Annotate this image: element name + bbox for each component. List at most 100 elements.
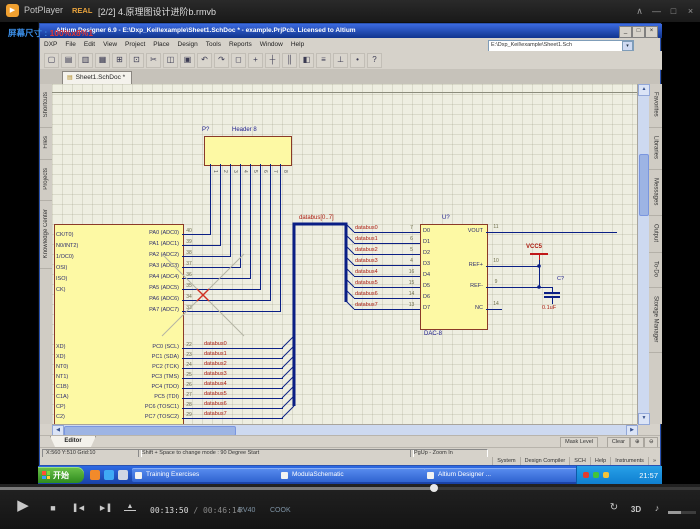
altium-maximize-icon[interactable]: □ [632, 26, 645, 38]
toolbar-icon[interactable]: ? [367, 53, 382, 68]
toolbar-icon[interactable]: + [248, 53, 263, 68]
left-panel-tab[interactable]: Knowledge Center [40, 201, 52, 269]
next-button[interactable]: ▶▐ [96, 504, 114, 512]
menu-item[interactable]: Tools [202, 41, 225, 48]
toolbar-icon[interactable]: ▣ [180, 53, 195, 68]
right-panel-tab[interactable]: Messages [649, 170, 662, 216]
toolbar-icon[interactable]: ▦ [95, 53, 110, 68]
toolbar-icon[interactable]: ≡ [316, 53, 331, 68]
panel-button[interactable]: » [648, 457, 660, 465]
altium-toolbar: ▢▤▥▦⊞⊡✂◫▣↶↷◻+┼║◧≡⊥•? [40, 51, 662, 70]
rotate-360-icon[interactable]: ↻ [606, 502, 622, 513]
scroll-up-icon[interactable]: ▲ [638, 84, 650, 96]
tray-icon[interactable] [583, 472, 589, 478]
player-controls: ▶ ■ ▌◀ ▶▐ ▲ 00:13:50 / 00:46:14 RV40 COO… [0, 484, 700, 529]
document-tabbar: ▤Sheet1.SchDoc * [40, 69, 660, 85]
panel-button[interactable]: Instruments [610, 457, 648, 465]
toolbar-icon[interactable]: ⊞ [112, 53, 127, 68]
quicklaunch-icon[interactable] [118, 470, 128, 480]
menu-item[interactable]: Edit [80, 41, 99, 48]
start-button[interactable]: 开始 [38, 467, 84, 483]
toolbar-icon[interactable]: ✂ [146, 53, 161, 68]
toolbar-icon[interactable]: • [350, 53, 365, 68]
pin-on-top-icon[interactable]: ∧ [632, 4, 647, 18]
chevron-down-icon[interactable]: ▾ [622, 41, 633, 51]
previous-button[interactable]: ▌◀ [70, 504, 88, 512]
toolbar-icon[interactable]: ⊡ [129, 53, 144, 68]
osd-screen-size: 屏幕尺寸 : 100%x8%1 [8, 27, 93, 39]
toolbar-icon[interactable]: ↷ [214, 53, 229, 68]
tab-sheet1[interactable]: ▤Sheet1.SchDoc * [62, 71, 132, 85]
task-buttons: Training Exercises ModulaSchematic Altiu… [132, 466, 572, 484]
document-path-combo[interactable]: E:\Dxp_Keil\example\Sheet1.Sch [488, 40, 634, 52]
stop-button[interactable]: ■ [46, 503, 60, 513]
windows-flag-icon [42, 471, 50, 479]
left-panel-tab[interactable]: Shortcuts [40, 84, 52, 128]
seekbar-knob[interactable] [430, 484, 438, 492]
time-total: 00:46:14 [203, 506, 242, 515]
bus-line [294, 224, 346, 406]
right-panel-tab[interactable]: Output [649, 216, 662, 253]
toolbar-icon[interactable]: ▤ [61, 53, 76, 68]
task-button[interactable]: Training Exercises [132, 468, 286, 482]
toolbar-icon[interactable]: ▢ [44, 53, 59, 68]
vertical-scrollbar[interactable]: ▲ ▼ [637, 84, 649, 424]
left-panel-tab[interactable]: Projects [40, 160, 52, 201]
bus-and-cursor-overlay [52, 84, 637, 424]
toolbar-icon[interactable]: ↶ [197, 53, 212, 68]
osd-value: 100%x8%1 [50, 28, 93, 38]
panel-button[interactable]: SCH [569, 457, 590, 465]
altium-minimize-icon[interactable]: _ [619, 26, 632, 38]
schematic-canvas[interactable]: P? Header 8 U? DAC-8 PA0 (ADC0) 40 1 [52, 84, 637, 424]
task-button[interactable]: ModulaSchematic [278, 468, 432, 482]
toolbar-icon[interactable]: ║ [282, 53, 297, 68]
system-tray: 21:57 [576, 466, 662, 484]
menu-item[interactable]: Project [121, 41, 149, 48]
video-frame[interactable]: Altium Designer 6.9 - E:\Dxp_Keil\exampl… [38, 22, 662, 484]
scrollbar-thumb[interactable] [639, 154, 649, 216]
video-codec-badge: RV40 [238, 507, 255, 514]
toolbar-icon[interactable]: ⊥ [333, 53, 348, 68]
toolbar-icon[interactable]: ◫ [163, 53, 178, 68]
clock: 21:57 [639, 471, 658, 480]
speaker-icon[interactable]: ♪ [650, 503, 664, 513]
panel-button[interactable]: Design Compiler [520, 457, 570, 465]
panel-button[interactable]: Help [590, 457, 610, 465]
tray-icon[interactable] [593, 472, 599, 478]
menu-item[interactable]: Design [174, 41, 202, 48]
panel-button[interactable]: System [492, 457, 519, 465]
right-panel-tab[interactable]: Libraries [649, 128, 662, 170]
maximize-button[interactable]: □ [666, 4, 681, 18]
scroll-down-icon[interactable]: ▼ [638, 413, 650, 425]
right-panel-tab[interactable]: Storage Manager [649, 288, 662, 353]
quicklaunch-icon[interactable] [104, 470, 114, 480]
toolbar-icon[interactable]: ◻ [231, 53, 246, 68]
seekbar-fill [0, 487, 434, 490]
toolbar-icon[interactable]: ┼ [265, 53, 280, 68]
menu-item[interactable]: Window [256, 41, 287, 48]
play-button[interactable]: ▶ [12, 496, 34, 514]
tray-icon[interactable] [603, 472, 609, 478]
menu-item[interactable]: DXP [40, 41, 61, 48]
3d-icon[interactable]: 3D [628, 505, 644, 514]
menu-item[interactable]: Place [149, 41, 173, 48]
quicklaunch-icon[interactable] [90, 470, 100, 480]
right-panel-tab[interactable]: Favorites [649, 84, 662, 128]
menu-item[interactable]: View [99, 41, 121, 48]
right-panel-tab[interactable]: To-Do [649, 253, 662, 288]
menu-item[interactable]: Help [287, 41, 308, 48]
toolbar-icon[interactable]: ▥ [78, 53, 93, 68]
toolbar-icon[interactable]: ◧ [299, 53, 314, 68]
menu-item[interactable]: Reports [225, 41, 256, 48]
codec-badge: REAL [72, 6, 92, 15]
open-media-button[interactable]: ▲ [124, 503, 136, 511]
time-display: 00:13:50 / 00:46:14 [150, 506, 242, 515]
menu-item[interactable]: File [61, 41, 79, 48]
altium-close-icon[interactable]: × [645, 26, 658, 38]
left-panel-tab[interactable]: Files [40, 128, 52, 160]
task-icon [281, 472, 288, 479]
altium-window: Altium Designer 6.9 - E:\Dxp_Keil\exampl… [39, 23, 661, 466]
minimize-button[interactable]: — [649, 4, 664, 18]
close-button[interactable]: × [683, 4, 698, 18]
task-button[interactable]: Altium Designer ... [424, 468, 578, 482]
